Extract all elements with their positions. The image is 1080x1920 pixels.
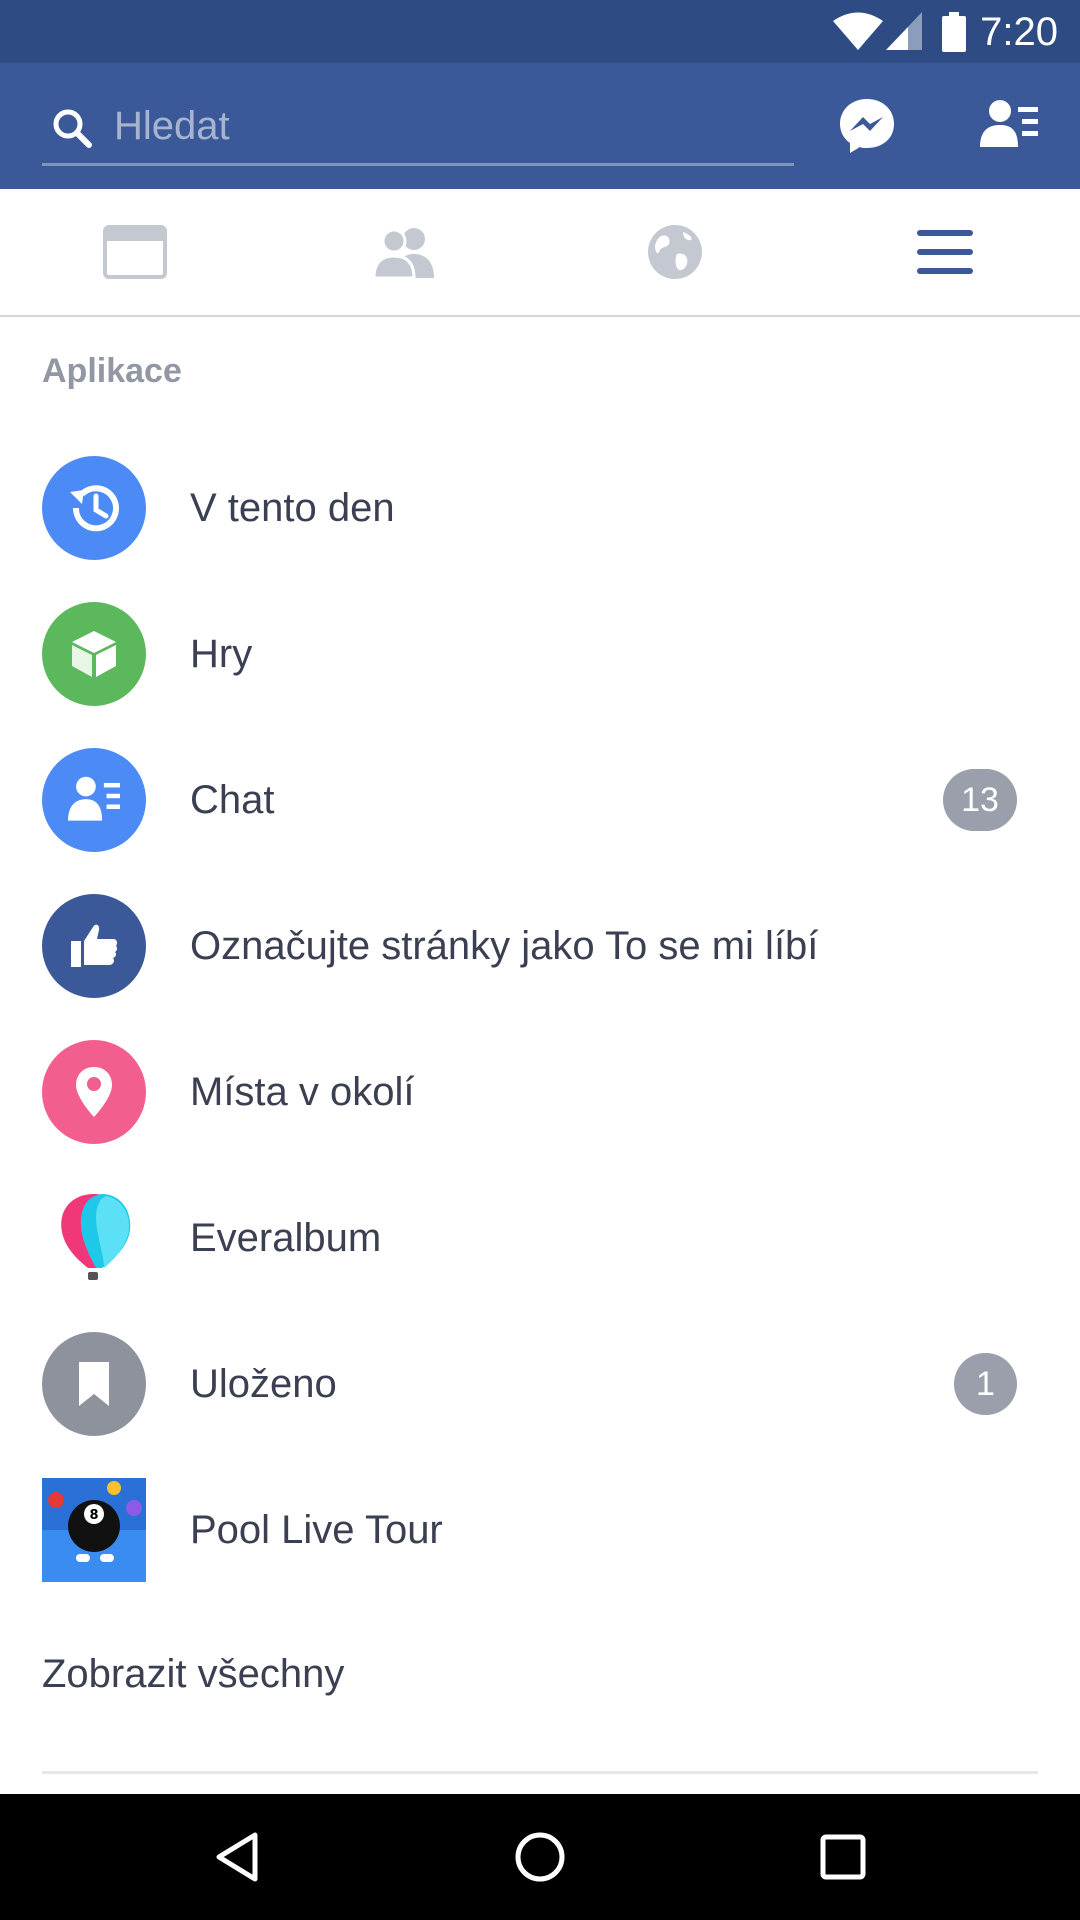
- on-this-day-badge: [42, 456, 146, 560]
- back-triangle-icon: [216, 1832, 258, 1882]
- friends-icon: [372, 228, 434, 278]
- app-label: Uloženo: [190, 1362, 337, 1406]
- contacts-list-icon: [68, 776, 120, 821]
- recents-square-icon: [820, 1834, 866, 1880]
- search-icon: [53, 109, 92, 148]
- system-nav-bar: [0, 1794, 1080, 1920]
- list-item-everalbum[interactable]: Everalbum: [0, 1166, 1080, 1312]
- eight-ball-icon: 8: [42, 1478, 146, 1582]
- app-label: Označujte stránky jako To se mi líbí: [190, 924, 819, 968]
- nearby-places-badge: [42, 1040, 146, 1144]
- messenger-button[interactable]: [836, 95, 898, 157]
- pool-live-tour-thumbnail: 8: [42, 1478, 146, 1582]
- news-feed-icon: [103, 225, 167, 279]
- app-label: Everalbum: [190, 1216, 382, 1260]
- app-header: [0, 63, 1080, 189]
- svg-text:8: 8: [89, 1508, 98, 1523]
- list-item-like-pages[interactable]: Označujte stránky jako To se mi líbí: [0, 874, 1080, 1020]
- search-bar[interactable]: [42, 93, 794, 166]
- list-item-pool-live-tour[interactable]: 8 Pool Live Tour: [0, 1458, 1080, 1604]
- notification-count-badge: 1: [954, 1353, 1017, 1415]
- tab-menu[interactable]: [810, 189, 1080, 315]
- app-label: V tento den: [190, 486, 395, 530]
- tab-notifications-globe[interactable]: [540, 189, 810, 315]
- notification-count-badge: 13: [943, 769, 1017, 831]
- app-label: Chat: [190, 778, 275, 822]
- like-pages-badge: [42, 894, 146, 998]
- home-circle-icon: [515, 1832, 565, 1882]
- messenger-icon: [840, 99, 894, 153]
- wifi-icon: [833, 12, 883, 50]
- tab-bar: [0, 189, 1080, 317]
- search-input[interactable]: [114, 101, 774, 151]
- app-label: Hry: [190, 632, 253, 676]
- status-time: 7:20: [980, 10, 1058, 54]
- contacts-button[interactable]: [978, 95, 1040, 157]
- back-button[interactable]: [207, 1827, 267, 1887]
- status-bar: 7:20: [0, 0, 1080, 63]
- section-title-apps: Aplikace: [42, 352, 182, 390]
- list-item-saved[interactable]: Uloženo 1: [0, 1312, 1080, 1458]
- games-badge: [42, 602, 146, 706]
- thumbs-up-icon: [71, 924, 118, 967]
- location-pin-icon: [76, 1067, 112, 1117]
- tab-friends[interactable]: [270, 189, 540, 315]
- app-label: Místa v okolí: [190, 1070, 415, 1114]
- globe-icon: [648, 225, 702, 279]
- list-item-nearby-places[interactable]: Místa v okolí: [0, 1020, 1080, 1166]
- contacts-list-icon: [980, 100, 1038, 147]
- balloon-icon: [61, 1194, 131, 1280]
- cell-signal-icon: [886, 12, 922, 50]
- everalbum-logo: [42, 1186, 146, 1290]
- history-clock-icon: [70, 485, 119, 532]
- list-item-games[interactable]: Hry: [0, 582, 1080, 728]
- chat-badge-icon-wrap: [42, 748, 146, 852]
- recents-button[interactable]: [813, 1827, 873, 1887]
- list-item-chat[interactable]: Chat 13: [0, 728, 1080, 874]
- cube-icon: [72, 631, 116, 677]
- home-button[interactable]: [510, 1827, 570, 1887]
- divider: [42, 1771, 1038, 1774]
- see-all-link[interactable]: Zobrazit všechny: [42, 1652, 344, 1697]
- app-label: Pool Live Tour: [190, 1508, 443, 1552]
- bookmark-icon: [79, 1362, 109, 1406]
- menu-icon: [917, 230, 973, 274]
- list-item-on-this-day[interactable]: V tento den: [0, 436, 1080, 582]
- tab-news-feed[interactable]: [0, 189, 270, 315]
- battery-icon: [942, 12, 966, 52]
- saved-badge: [42, 1332, 146, 1436]
